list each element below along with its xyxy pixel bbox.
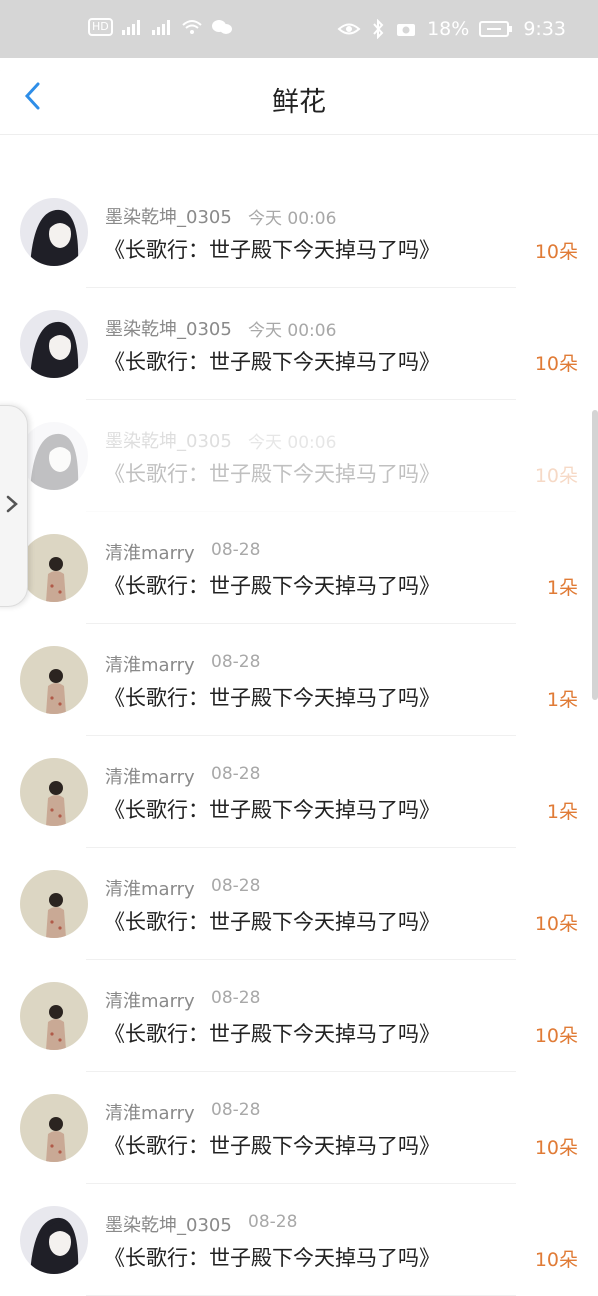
flower-count: 10朵 <box>534 353 578 375</box>
flower-count: 10朵 <box>534 913 578 935</box>
book-title[interactable]: 《长歌行：世子殿下今天掉马了吗》 <box>104 234 440 264</box>
avatar[interactable] <box>20 534 88 602</box>
book-title[interactable]: 《长歌行：世子殿下今天掉马了吗》 <box>104 906 440 936</box>
flower-count: 10朵 <box>534 1249 578 1271</box>
book-title[interactable]: 《长歌行：世子殿下今天掉马了吗》 <box>104 346 440 376</box>
signal-icon <box>121 20 140 35</box>
book-title[interactable]: 《长歌行：世子殿下今天掉马了吗》 <box>104 570 440 600</box>
username: 清淮marry <box>105 543 195 564</box>
flower-record-row[interactable]: 清淮marry 08-28 《长歌行：世子殿下今天掉马了吗》 10朵 <box>0 848 598 960</box>
flower-record-row[interactable]: 清淮marry 08-28 《长歌行：世子殿下今天掉马了吗》 10朵 <box>0 960 598 1072</box>
flower-count: 1朵 <box>546 577 578 599</box>
flower-count: 10朵 <box>534 1025 578 1047</box>
record-time: 08-28 <box>211 764 261 784</box>
signal-4g-icon <box>151 20 170 35</box>
record-time: 08-28 <box>211 540 261 560</box>
record-time: 今天 00:06 <box>248 209 337 229</box>
record-time: 08-28 <box>211 652 261 672</box>
username: 清淮marry <box>105 655 195 676</box>
record-time: 今天 00:06 <box>248 433 337 453</box>
record-time: 08-28 <box>211 1100 261 1120</box>
avatar[interactable] <box>20 1094 88 1162</box>
camera-icon <box>397 24 416 36</box>
status-left: HD <box>88 18 233 36</box>
eye-icon <box>337 23 361 35</box>
flower-count: 1朵 <box>546 689 578 711</box>
username: 清淮marry <box>105 879 195 900</box>
avatar[interactable] <box>20 646 88 714</box>
avatar[interactable] <box>20 1206 88 1274</box>
record-time: 08-28 <box>248 1212 298 1232</box>
hd-icon: HD <box>88 18 113 36</box>
flower-record-row[interactable]: 清淮marry 08-28 《长歌行：世子殿下今天掉马了吗》 1朵 <box>0 624 598 736</box>
avatar[interactable] <box>20 422 88 490</box>
book-title[interactable]: 《长歌行：世子殿下今天掉马了吗》 <box>104 1242 440 1272</box>
book-title[interactable]: 《长歌行：世子殿下今天掉马了吗》 <box>104 1130 440 1160</box>
flower-record-row[interactable]: 墨染乾坤_0305 今天 00:06 《长歌行：世子殿下今天掉马了吗》 10朵 <box>0 400 598 512</box>
record-time: 今天 00:06 <box>248 321 337 341</box>
flower-record-row[interactable]: 清淮marry 08-28 《长歌行：世子殿下今天掉马了吗》 10朵 <box>0 1072 598 1184</box>
avatar[interactable] <box>20 758 88 826</box>
username: 墨染乾坤_0305 <box>105 431 232 452</box>
battery-icon <box>479 21 513 37</box>
username: 清淮marry <box>105 767 195 788</box>
battery-percent: 18% <box>427 18 470 40</box>
avatar[interactable] <box>20 310 88 378</box>
flower-record-row[interactable]: 墨染乾坤_0305 08-28 《长歌行：世子殿下今天掉马了吗》 10朵 <box>0 1184 598 1296</box>
scrollbar[interactable] <box>592 410 598 700</box>
status-right: 18% 9:33 <box>337 18 566 40</box>
side-drawer-tab[interactable] <box>0 405 28 607</box>
book-title[interactable]: 《长歌行：世子殿下今天掉马了吗》 <box>104 1018 440 1048</box>
flower-record-row[interactable]: 墨染乾坤_0305 今天 00:06 《长歌行：世子殿下今天掉马了吗》 10朵 <box>0 288 598 400</box>
flower-record-row[interactable]: 清淮marry 08-28 《长歌行：世子殿下今天掉马了吗》 1朵 <box>0 512 598 624</box>
flower-count: 10朵 <box>534 1137 578 1159</box>
avatar[interactable] <box>20 198 88 266</box>
chevron-right-icon <box>6 495 18 513</box>
book-title[interactable]: 《长歌行：世子殿下今天掉马了吗》 <box>104 794 440 824</box>
username: 清淮marry <box>105 1103 195 1124</box>
book-title[interactable]: 《长歌行：世子殿下今天掉马了吗》 <box>104 458 440 488</box>
nav-header: 鲜花 <box>0 58 598 134</box>
wechat-icon <box>211 20 232 34</box>
flower-count: 10朵 <box>534 241 578 263</box>
username: 墨染乾坤_0305 <box>105 207 232 228</box>
record-time: 08-28 <box>211 876 261 896</box>
avatar[interactable] <box>20 982 88 1050</box>
status-bar: HD 18% 9:33 <box>0 0 598 58</box>
flower-record-row[interactable]: 墨染乾坤_0305 今天 00:06 《长歌行：世子殿下今天掉马了吗》 10朵 <box>0 176 598 288</box>
flower-record-row[interactable]: 清淮marry 08-28 《长歌行：世子殿下今天掉马了吗》 1朵 <box>0 736 598 848</box>
bluetooth-icon <box>373 19 384 39</box>
username: 清淮marry <box>105 991 195 1012</box>
avatar[interactable] <box>20 870 88 938</box>
clock: 9:33 <box>523 18 566 40</box>
wifi-icon <box>182 20 202 34</box>
flower-count: 1朵 <box>546 801 578 823</box>
page-title: 鲜花 <box>272 87 326 118</box>
flower-count: 10朵 <box>534 465 578 487</box>
username: 墨染乾坤_0305 <box>105 1215 232 1236</box>
username: 墨染乾坤_0305 <box>105 319 232 340</box>
record-time: 08-28 <box>211 988 261 1008</box>
book-title[interactable]: 《长歌行：世子殿下今天掉马了吗》 <box>104 682 440 712</box>
